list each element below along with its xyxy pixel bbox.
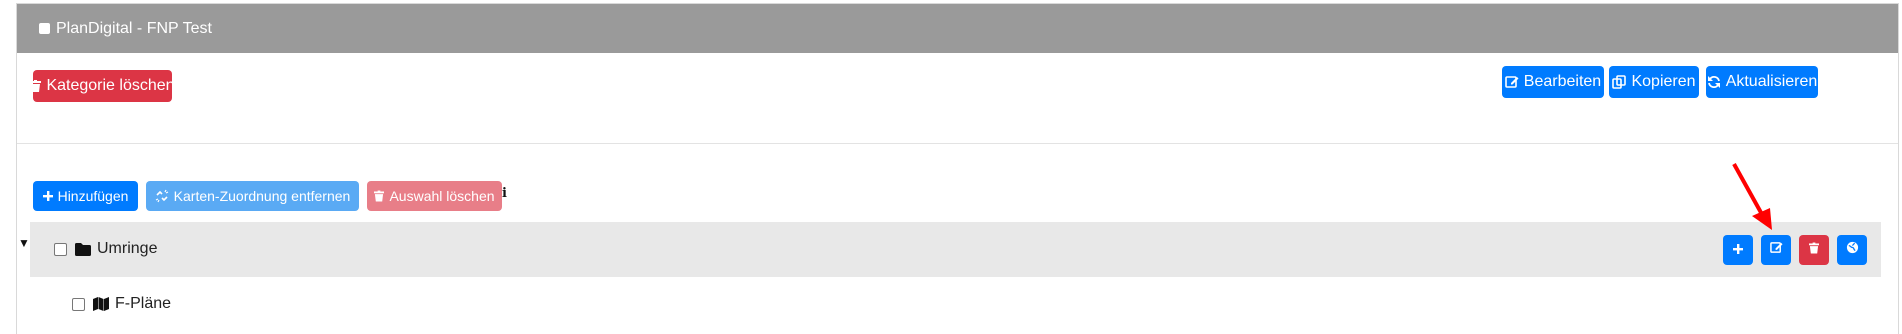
row-add-button[interactable]	[1723, 235, 1753, 265]
tree-item-checkbox[interactable]	[54, 242, 67, 256]
row-globe-button[interactable]	[1837, 235, 1867, 265]
remove-map-assignment-label: Karten-Zuordnung entfernen	[173, 188, 351, 204]
add-label: Hinzufügen	[57, 188, 129, 204]
row-edit-button[interactable]	[1761, 235, 1791, 265]
card-title: PlanDigital - FNP Test	[56, 19, 212, 37]
tree-item-umringe[interactable]: Umringe	[54, 240, 157, 258]
category-card: PlanDigital - FNP Test Kategorie löschen…	[16, 3, 1899, 334]
plus-icon	[42, 191, 53, 201]
trash-icon	[374, 190, 385, 202]
map-icon	[93, 297, 109, 311]
copy-label: Kopieren	[1631, 73, 1696, 90]
edit-label: Bearbeiten	[1523, 73, 1602, 90]
edit-button[interactable]: Bearbeiten	[1502, 66, 1604, 98]
tree-item-label: F-Pläne	[115, 295, 172, 312]
trash-icon	[1809, 241, 1819, 259]
header-checkbox[interactable]	[39, 23, 50, 34]
card-toolbar: Kategorie löschen Bearbeiten Kopieren Ak…	[17, 53, 1898, 144]
add-button[interactable]: Hinzufügen	[33, 181, 138, 211]
clear-selection-label: Auswahl löschen	[389, 188, 495, 204]
tree-item-checkbox[interactable]	[72, 297, 85, 311]
tree-row-umringe[interactable]	[30, 222, 1881, 277]
trash-icon	[30, 80, 42, 92]
plus-icon	[1733, 241, 1743, 259]
card-header: PlanDigital - FNP Test	[17, 4, 1898, 53]
delete-category-button[interactable]: Kategorie löschen	[30, 70, 175, 102]
annotation-arrow-icon	[1732, 163, 1772, 230]
tree-item-f-plaene[interactable]: F-Pläne	[72, 295, 171, 313]
globe-icon	[1846, 241, 1859, 259]
refresh-label: Aktualisieren	[1725, 73, 1818, 90]
refresh-icon	[1707, 75, 1721, 89]
tree-item-label: Umringe	[97, 240, 158, 257]
row-delete-button[interactable]	[1799, 235, 1829, 265]
caret-down-icon[interactable]: ▼	[18, 236, 30, 250]
edit-icon	[1769, 241, 1783, 259]
unlink-icon	[155, 189, 169, 203]
copy-icon	[1612, 75, 1627, 89]
copy-button[interactable]: Kopieren	[1609, 66, 1699, 98]
remove-map-assignment-button[interactable]: Karten-Zuordnung entfernen	[146, 181, 359, 211]
folder-icon	[75, 242, 91, 256]
info-icon[interactable]: i	[502, 186, 507, 201]
edit-icon	[1504, 75, 1519, 89]
clear-selection-button[interactable]: Auswahl löschen	[367, 181, 502, 211]
delete-category-label: Kategorie löschen	[46, 77, 175, 94]
refresh-button[interactable]: Aktualisieren	[1706, 66, 1818, 98]
